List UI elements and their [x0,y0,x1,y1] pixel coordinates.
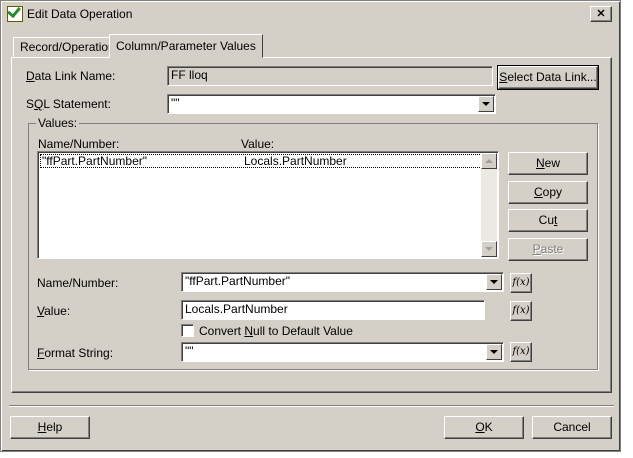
copy-button[interactable]: Copy [508,181,588,204]
format-string-dropdown-button[interactable] [486,344,502,360]
footer-separator [9,405,614,407]
scroll-down-icon[interactable] [481,241,497,257]
values-group-title: Values: [36,116,80,130]
name-number-combobox[interactable]: "ffPart.PartNumber" [181,272,504,292]
name-number-label: Name/Number: [37,276,119,290]
sql-dropdown-button[interactable] [478,96,494,112]
list-item[interactable]: "ffPart.PartNumber" Locals.PartNumber [40,154,482,168]
sql-statement-combobox[interactable]: "" [167,94,496,114]
value-label: Value: [37,304,71,318]
name-number-dropdown-button[interactable] [486,274,502,290]
select-data-link-button[interactable]: Select Data Link... [497,65,599,90]
format-string-expression-button[interactable]: f(x) [510,342,532,362]
format-string-value: "" [185,344,194,358]
new-button[interactable]: New [508,152,588,175]
checkmark-app-icon [7,3,23,22]
close-button[interactable]: ✕ [590,6,612,22]
name-number-value: "ffPart.PartNumber" [185,274,290,288]
data-link-name-label: Data Link Name: [26,69,116,83]
values-listbox[interactable]: "ffPart.PartNumber" Locals.PartNumber [37,151,499,259]
name-number-expression-button[interactable]: f(x) [510,273,532,293]
column-header-value: Value: [241,137,275,151]
scroll-up-icon[interactable] [481,153,497,169]
paste-button[interactable]: Paste [508,238,588,261]
cut-button[interactable]: Cut [508,209,588,232]
list-item-value: Locals.PartNumber [244,154,347,168]
cancel-button[interactable]: Cancel [532,416,612,439]
title-bar[interactable]: Edit Data Operation ✕ [4,3,617,24]
format-string-label: Format String: [37,346,114,360]
value-input[interactable]: Locals.PartNumber [181,300,485,320]
tab-record-operation[interactable]: Record/Operation [13,37,122,57]
sql-statement-label: SQL Statement: [26,97,111,111]
listbox-scrollbar[interactable] [481,153,497,257]
dialog-window: Edit Data Operation ✕ Record/Operation C… [0,0,621,452]
help-button[interactable]: Help [10,416,90,439]
value-expression-button[interactable]: f(x) [510,301,532,321]
format-string-combobox[interactable]: "" [181,342,504,362]
list-item-name: "ffPart.PartNumber" [42,154,147,168]
sql-statement-value: "" [171,96,180,110]
column-header-name: Name/Number: [38,137,120,151]
window-title: Edit Data Operation [27,7,133,21]
tab-column-parameter-values[interactable]: Column/Parameter Values [109,34,263,58]
ok-button[interactable]: OK [444,416,524,439]
convert-null-label[interactable]: Convert Null to Default Value [199,324,353,338]
data-link-name-field: FF lloq [167,66,493,86]
convert-null-checkbox[interactable] [181,324,194,337]
